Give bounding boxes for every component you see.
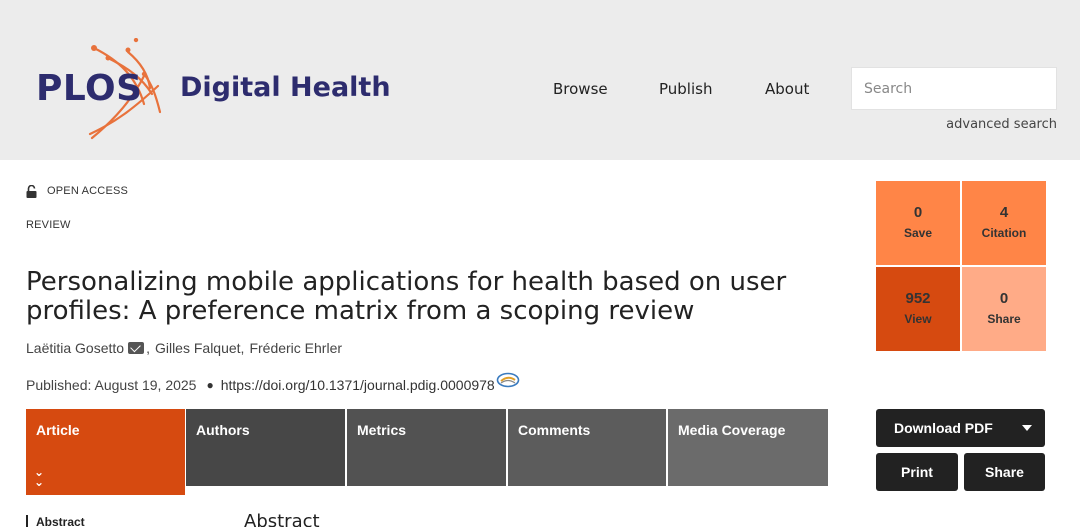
author-separator: , <box>146 340 150 356</box>
article-metrics: 0 Save 4 Citation 952 View 0 Share <box>876 181 1046 351</box>
metric-save[interactable]: 0 Save <box>876 181 960 265</box>
nav-about[interactable]: About <box>765 80 809 98</box>
double-chevron-down-icon: ⌄ ⌄ <box>34 465 45 489</box>
tab-comments[interactable]: Comments <box>508 409 666 486</box>
crossmark-icon[interactable] <box>496 372 520 388</box>
author-separator: , <box>240 340 245 356</box>
article-tabs: Article ⌄ ⌄ Authors Metrics Comments Medi… <box>26 409 828 495</box>
metric-value: 952 <box>905 290 931 307</box>
metric-label: View <box>904 312 932 326</box>
tab-authors[interactable]: Authors <box>186 409 345 486</box>
tab-metrics[interactable]: Metrics <box>347 409 506 486</box>
open-access-badge: OPEN ACCESS <box>26 183 128 199</box>
abstract-heading: Abstract <box>244 511 320 527</box>
metric-value: 0 <box>913 204 923 221</box>
section-nav-abstract[interactable]: Abstract <box>26 515 85 527</box>
tab-label: Metrics <box>357 422 407 438</box>
caret-down-icon[interactable] <box>1022 425 1032 431</box>
metric-view[interactable]: 952 View <box>876 267 960 351</box>
nav-browse[interactable]: Browse <box>553 80 608 98</box>
logo-journal-text: Digital Health <box>180 72 391 103</box>
metric-label: Save <box>903 226 933 240</box>
print-button[interactable]: Print <box>876 453 958 491</box>
download-pdf-label: Download PDF <box>894 420 993 436</box>
author-list: Laëtitia Gosetto , Gilles Falquet , Fréd… <box>26 340 342 356</box>
author-name[interactable]: Laëtitia Gosetto <box>26 340 124 356</box>
published-date: Published: August 19, 2025 <box>26 377 197 393</box>
metric-citation[interactable]: 4 Citation <box>962 181 1046 265</box>
publication-info: Published: August 19, 2025 ● https://doi… <box>26 372 520 393</box>
metric-value: 0 <box>999 290 1009 307</box>
metric-share[interactable]: 0 Share <box>962 267 1046 351</box>
doi-link[interactable]: https://doi.org/10.1371/journal.pdig.000… <box>221 377 495 393</box>
author-name[interactable]: Fréderic Ehrler <box>249 340 342 356</box>
logo-publisher-text: PLOS <box>36 68 143 109</box>
metric-label: Citation <box>981 226 1027 240</box>
open-lock-icon <box>26 184 37 198</box>
metric-label: Share <box>987 312 1021 326</box>
tab-label: Authors <box>196 422 250 438</box>
open-access-label: OPEN ACCESS <box>47 185 129 197</box>
tab-label: Comments <box>518 422 591 438</box>
advanced-search-link[interactable]: advanced search <box>946 117 1057 132</box>
article-title: Personalizing mobile applications for he… <box>26 267 787 326</box>
site-header: PLOS Digital Health Browse Publish About… <box>0 0 1080 160</box>
tab-label: Article <box>36 422 80 438</box>
share-button[interactable]: Share <box>964 453 1045 491</box>
tab-label: Media Coverage <box>678 422 786 438</box>
article-type-label: REVIEW <box>26 219 71 231</box>
tab-article[interactable]: Article ⌄ ⌄ <box>26 409 185 495</box>
author-name[interactable]: Gilles Falquet <box>155 340 241 356</box>
tab-media-coverage[interactable]: Media Coverage <box>668 409 828 486</box>
plos-digital-health-logo[interactable]: PLOS Digital Health <box>32 38 392 142</box>
mail-icon[interactable] <box>128 342 145 354</box>
bullet-separator: ● <box>206 378 214 392</box>
search-input[interactable] <box>851 67 1057 110</box>
nav-publish[interactable]: Publish <box>659 80 712 98</box>
metric-value: 4 <box>999 204 1009 221</box>
download-pdf-button[interactable]: Download PDF <box>876 409 1045 447</box>
